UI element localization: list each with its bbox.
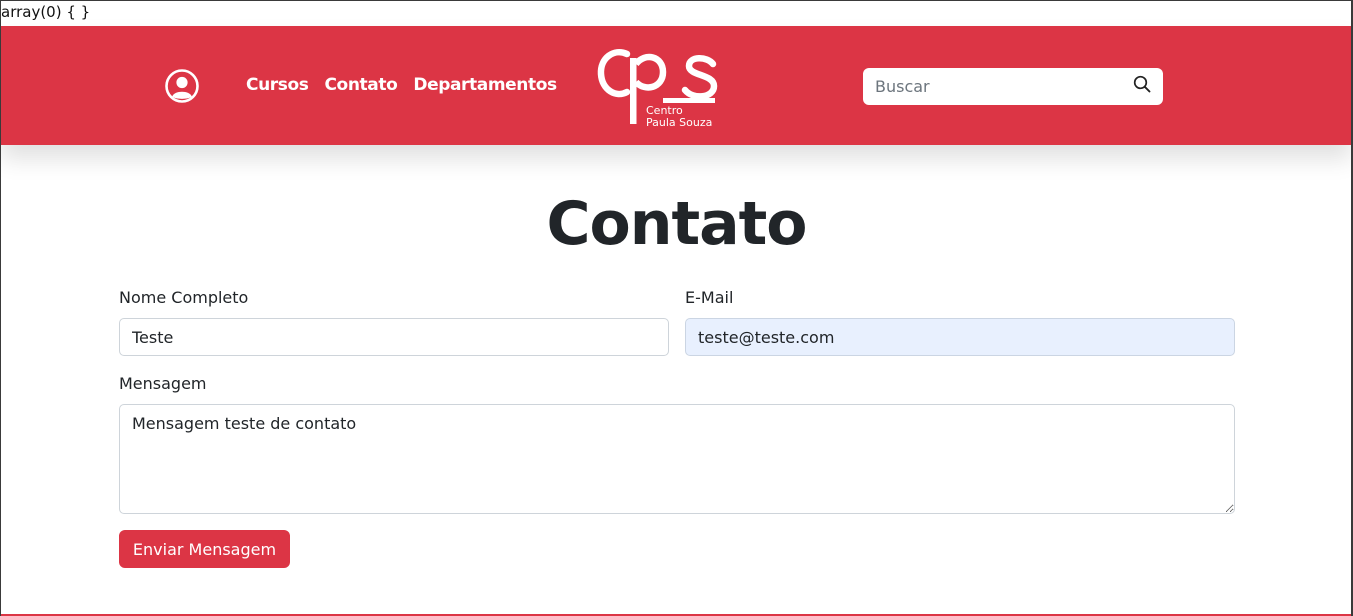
- search-box: [863, 68, 1163, 105]
- site-header: Cursos Contato Departamentos Centro Paul…: [1, 26, 1351, 145]
- nav-link-cursos[interactable]: Cursos: [246, 75, 309, 95]
- cps-logo[interactable]: Centro Paula Souza: [597, 46, 721, 129]
- search-icon: [1133, 75, 1151, 98]
- debug-output: array(0) { }: [1, 3, 91, 21]
- send-message-button[interactable]: Enviar Mensagem: [119, 530, 290, 568]
- browser-frame: array(0) { } Cursos Contato Departamento…: [0, 0, 1353, 616]
- main-nav: Cursos Contato Departamentos: [246, 75, 557, 95]
- name-label: Nome Completo: [119, 288, 249, 307]
- page-title: Contato: [546, 189, 807, 259]
- email-field[interactable]: [685, 318, 1235, 356]
- search-button[interactable]: [1121, 68, 1163, 105]
- email-label: E-Mail: [685, 288, 734, 307]
- search-input[interactable]: [863, 68, 1137, 105]
- nav-link-contato[interactable]: Contato: [324, 75, 397, 95]
- nav-link-departamentos[interactable]: Departamentos: [413, 75, 557, 95]
- user-account-icon[interactable]: [165, 69, 199, 103]
- message-textarea[interactable]: Mensagem teste de contato: [119, 404, 1235, 514]
- name-field[interactable]: [119, 318, 669, 356]
- message-label: Mensagem: [119, 374, 207, 393]
- logo-line-2: Paula Souza: [646, 116, 712, 128]
